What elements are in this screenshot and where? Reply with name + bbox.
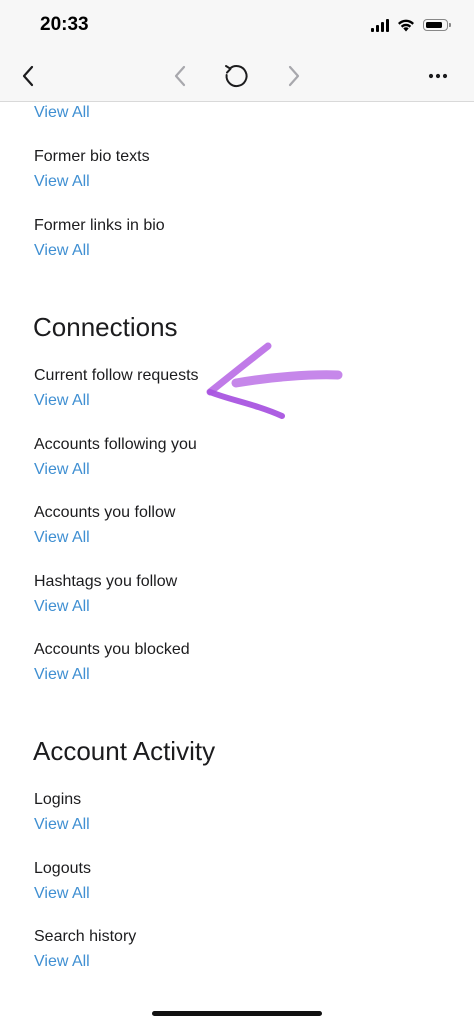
section-heading-account-activity: Account Activity — [33, 736, 216, 766]
item-title: Accounts you follow — [34, 504, 176, 521]
home-indicator[interactable] — [152, 1011, 322, 1016]
purple-hand-drawn-arrow-icon — [206, 342, 343, 419]
chevron-right-icon — [288, 65, 300, 86]
status-bar: 20:33 — [0, 0, 474, 50]
view-all-link[interactable]: View All — [34, 598, 90, 616]
next-page-button[interactable] — [278, 50, 310, 101]
more-options-button[interactable] — [420, 50, 456, 101]
view-all-link[interactable]: View All — [34, 953, 90, 971]
item-title: Former links in bio — [34, 217, 165, 234]
view-all-link[interactable]: View All — [34, 104, 90, 122]
item-title: Logouts — [34, 860, 91, 877]
chevron-left-icon — [174, 65, 186, 86]
item-title: Hashtags you follow — [34, 573, 178, 590]
view-all-link[interactable]: View All — [34, 529, 90, 547]
view-all-link[interactable]: View All — [34, 816, 90, 834]
item-title: Former bio texts — [34, 148, 150, 165]
wifi-icon — [398, 19, 414, 31]
chevron-left-icon — [22, 65, 34, 86]
status-icons — [371, 16, 451, 34]
view-all-link[interactable]: View All — [34, 461, 90, 479]
view-all-link[interactable]: View All — [34, 242, 90, 260]
view-all-link[interactable]: View All — [34, 392, 90, 410]
back-button[interactable] — [10, 50, 46, 101]
section-heading-connections: Connections — [33, 312, 178, 342]
view-all-link[interactable]: View All — [34, 173, 90, 191]
reload-icon — [225, 64, 248, 87]
item-title: Accounts you blocked — [34, 641, 190, 658]
view-all-link[interactable]: View All — [34, 666, 90, 684]
battery-icon — [423, 19, 451, 31]
view-all-link[interactable]: View All — [34, 885, 90, 903]
reload-button[interactable] — [216, 50, 256, 101]
previous-page-button[interactable] — [164, 50, 196, 101]
screen: 20:33 View All Former bio texts View All… — [0, 0, 474, 1025]
cellular-signal-icon — [371, 18, 389, 32]
more-horizontal-icon — [428, 73, 448, 78]
item-title: Logins — [34, 791, 82, 808]
item-title: Accounts following you — [34, 436, 197, 453]
status-time: 20:33 — [40, 14, 89, 35]
item-title: Search history — [34, 928, 137, 945]
item-title: Current follow requests — [34, 367, 199, 384]
browser-nav-bar — [0, 50, 474, 102]
